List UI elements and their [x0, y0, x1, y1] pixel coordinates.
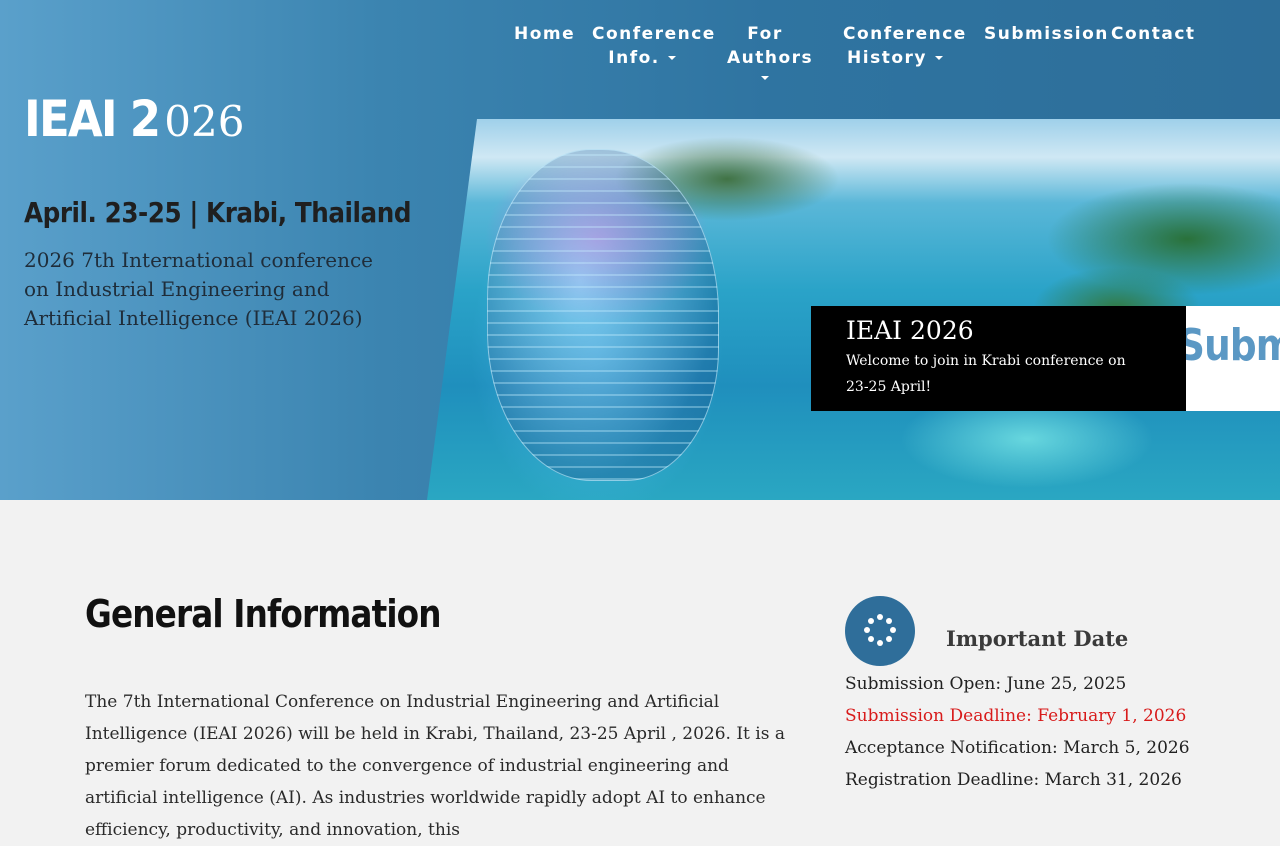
nav-conference-history[interactable]: Conference History — [843, 22, 967, 70]
logo-text-big: IEAI 2 — [24, 90, 161, 148]
nav-conference-history-line1: Conference — [843, 24, 967, 44]
nav-conference-info[interactable]: Conference Info. — [592, 22, 716, 70]
nav-conference-history-line2: History — [847, 48, 927, 68]
site-logo[interactable]: IEAI 2 026 — [24, 90, 244, 148]
slide-caption-text: Welcome to join in Krabi conference on 2… — [846, 353, 1126, 395]
nav-submission-label: Submission — [984, 24, 1109, 44]
conference-date-location: April. 23-25 | Krabi, Thailand — [24, 196, 412, 229]
general-info-title: General Information — [85, 592, 442, 636]
important-date-title: Important Date — [946, 626, 1129, 651]
logo-text-small: 026 — [164, 97, 245, 146]
chevron-down-icon — [761, 76, 769, 80]
general-info-body: The 7th International Conference on Indu… — [85, 692, 785, 840]
submit-button-label: Submit — [1186, 320, 1280, 371]
nav-conference-info-line2: Info. — [608, 48, 660, 68]
conference-full-name: 2026 7th International conference on Ind… — [24, 248, 373, 330]
date-registration-deadline: Registration Deadline: March 31, 2026 — [845, 770, 1182, 790]
nav-for-authors-line1: For — [747, 24, 783, 44]
chevron-down-icon — [667, 56, 676, 60]
hero-banner: Home Conference Info. For Authors Confer… — [0, 0, 1280, 500]
chevron-down-icon — [934, 56, 943, 60]
nav-contact[interactable]: Contact — [1111, 22, 1196, 46]
slide-caption: IEAI 2026 Welcome to join in Krabi confe… — [811, 306, 1186, 411]
nav-for-authors[interactable]: For Authors — [727, 22, 814, 80]
nav-submission[interactable]: Submission — [984, 22, 1109, 46]
ai-face-graphic — [487, 149, 719, 481]
slide-caption-title: IEAI 2026 — [846, 316, 974, 345]
nav-home[interactable]: Home — [514, 22, 576, 46]
date-acceptance-notification: Acceptance Notification: March 5, 2026 — [845, 738, 1190, 758]
nav-for-authors-line2: Authors — [727, 48, 814, 68]
nav-conference-info-line1: Conference — [592, 24, 716, 44]
spinner-dots-icon — [845, 596, 915, 666]
submit-button[interactable]: Submit — [1186, 306, 1280, 411]
date-submission-open: Submission Open: June 25, 2025 — [845, 674, 1127, 694]
nav-contact-label: Contact — [1111, 24, 1196, 44]
date-submission-deadline: Submission Deadline: February 1, 2026 — [845, 706, 1187, 726]
nav-home-label: Home — [514, 24, 576, 44]
important-date-list: Submission Open: June 25, 2025 Submissio… — [845, 668, 1265, 796]
